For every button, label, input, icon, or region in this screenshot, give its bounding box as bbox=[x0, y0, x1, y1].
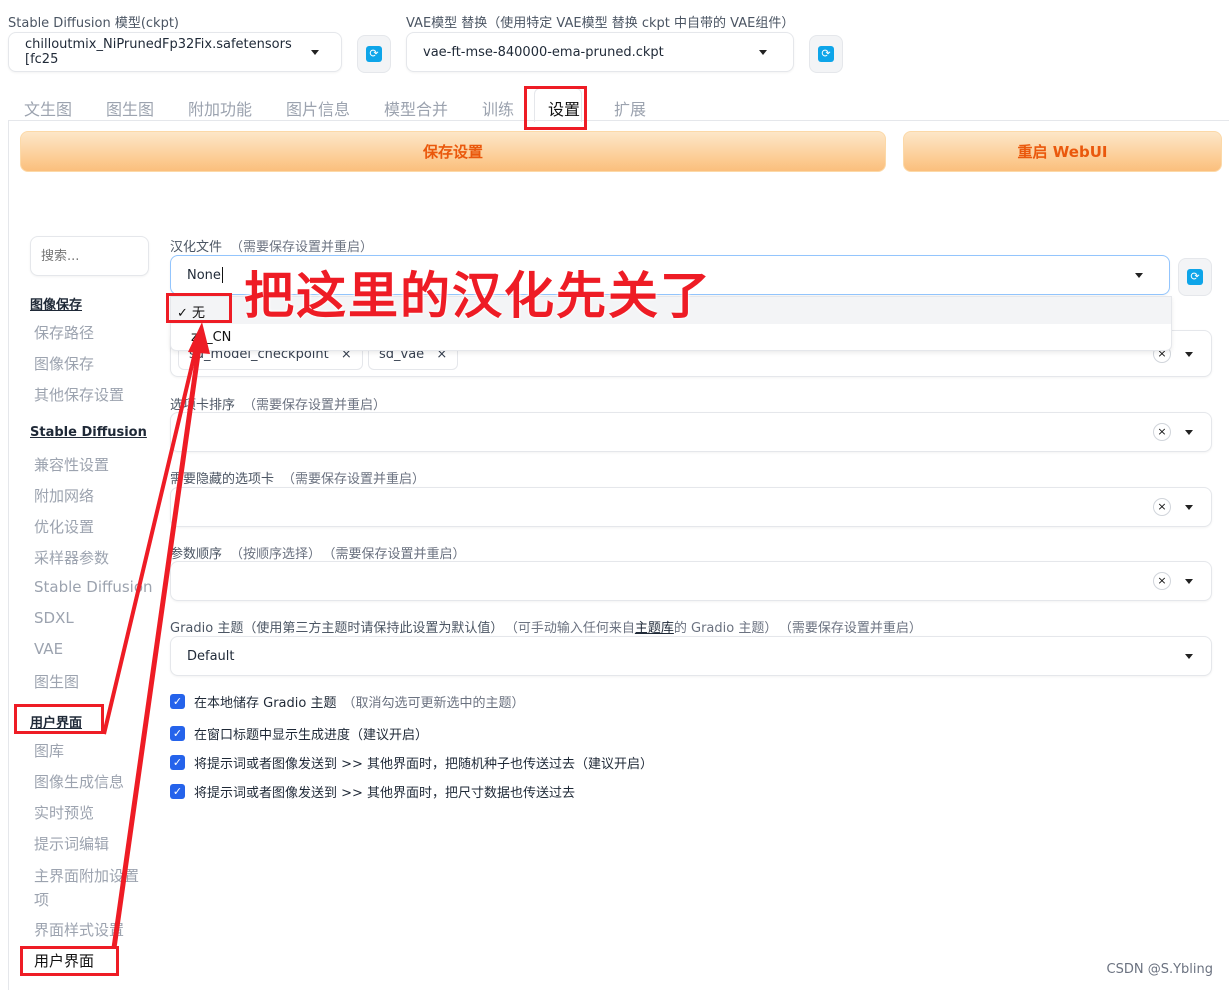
annotation-arrow bbox=[102, 322, 210, 949]
annotation-text: 把这里的汉化先关了 bbox=[244, 267, 712, 325]
watermark: CSDN @S.Ybling bbox=[1106, 962, 1214, 977]
